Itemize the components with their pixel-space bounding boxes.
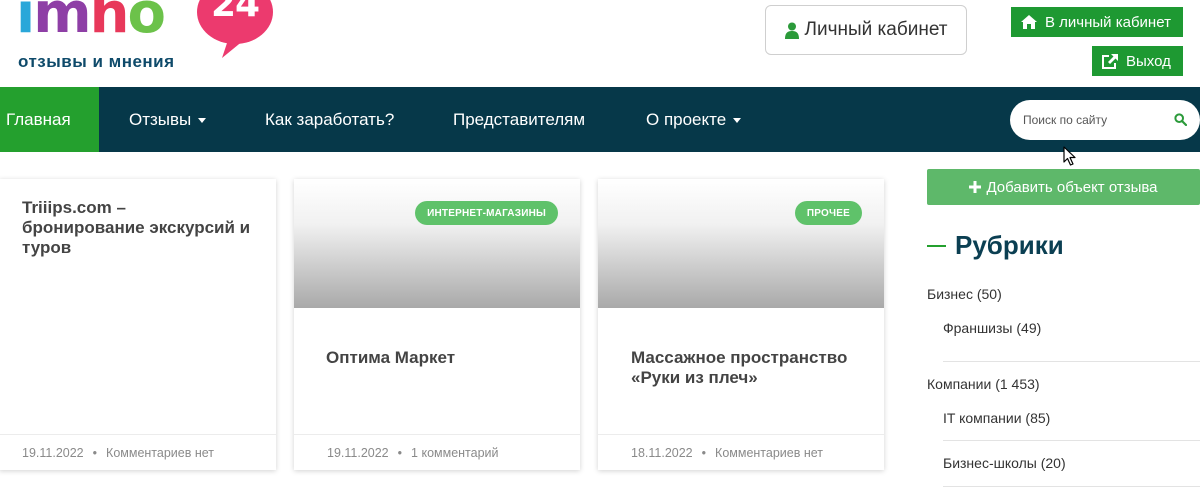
to-cabinet-button[interactable]: В личный кабинет: [1011, 7, 1183, 37]
category-link-companies[interactable]: Компании (1 453): [927, 376, 1040, 392]
category-name: IT компании: [943, 410, 1022, 426]
nav-item-home[interactable]: Главная: [0, 87, 99, 152]
category-name: Бизнес-школы: [943, 455, 1037, 471]
add-review-object-button[interactable]: Добавить объект отзыва: [927, 169, 1200, 205]
review-card[interactable]: Triiips.com – бронирование экскурсий и т…: [0, 179, 276, 470]
category-link-business-schools[interactable]: Бизнес-школы (20): [943, 455, 1066, 471]
external-link-icon: [1102, 53, 1118, 69]
meta-separator: •: [92, 445, 98, 460]
search-input[interactable]: [1023, 113, 1173, 127]
card-title[interactable]: Массажное пространство «Руки из плеч»: [631, 348, 856, 388]
nav-item-reviews[interactable]: Отзывы: [129, 87, 207, 152]
personal-cabinet-label: Личный кабинет: [804, 19, 948, 40]
divider: [943, 361, 1200, 362]
nav-item-label: Главная: [6, 109, 71, 129]
heading-dash: [927, 244, 946, 247]
mouse-cursor-icon: [1063, 146, 1076, 166]
category-link-business[interactable]: Бизнес (50): [927, 286, 1002, 302]
category-count: (49): [1016, 320, 1042, 336]
card-meta: 18.11.2022 • Комментариев нет: [598, 434, 884, 470]
to-cabinet-label: В личный кабинет: [1045, 13, 1171, 31]
caret-down-icon: [198, 118, 207, 123]
logo-letter: o: [127, 0, 166, 46]
nav-item-about[interactable]: О проекте: [646, 87, 742, 152]
card-meta: 19.11.2022 • 1 комментарий: [294, 434, 580, 470]
add-review-object-label: Добавить объект отзыва: [986, 178, 1158, 196]
card-date: 18.11.2022: [631, 445, 693, 460]
category-count: (1 453): [995, 376, 1040, 392]
rubrics-title: Рубрики: [955, 230, 1064, 260]
user-icon: [784, 22, 799, 39]
rubrics-heading: Рубрики: [927, 230, 1064, 261]
card-date: 19.11.2022: [327, 445, 389, 460]
home-icon: [1021, 15, 1037, 29]
nav-item-representatives[interactable]: Представителям: [453, 87, 585, 152]
logo-badge: 24: [192, 0, 278, 60]
review-card[interactable]: ПРОЧЕЕ Массажное пространство «Руки из п…: [598, 179, 884, 470]
category-link-franchises[interactable]: Франшизы (49): [943, 320, 1041, 336]
logo-letter: h: [89, 0, 130, 46]
personal-cabinet-button[interactable]: Личный кабинет: [765, 5, 967, 55]
category-name: Бизнес: [927, 286, 973, 302]
category-name: Компании: [927, 376, 992, 392]
site-search: [1010, 100, 1200, 140]
card-comments[interactable]: Комментариев нет: [715, 446, 823, 460]
category-badge[interactable]: ПРОЧЕЕ: [794, 201, 862, 225]
logout-button[interactable]: Выход: [1092, 46, 1183, 76]
logo-letter: i: [16, 0, 35, 46]
category-count: (85): [1025, 410, 1051, 426]
review-card[interactable]: ИНТЕРНЕТ-МАГАЗИНЫ Оптима Маркет 19.11.20…: [294, 179, 580, 470]
category-badge[interactable]: ИНТЕРНЕТ-МАГАЗИНЫ: [415, 201, 558, 225]
divider: [943, 486, 1200, 487]
caret-down-icon: [733, 118, 742, 123]
logo-tagline: отзывы и мнения: [18, 52, 175, 71]
search-icon[interactable]: [1174, 113, 1187, 126]
category-link-it-companies[interactable]: IT компании (85): [943, 410, 1050, 426]
nav-item-label: Как заработать?: [265, 109, 395, 129]
meta-separator: •: [701, 445, 707, 460]
category-name: Франшизы: [943, 320, 1013, 336]
card-comments[interactable]: Комментариев нет: [106, 446, 214, 460]
nav-item-label: Представителям: [453, 109, 586, 129]
logo-badge-number: 24: [210, 0, 260, 25]
nav-item-label: О проекте: [646, 109, 727, 129]
card-title[interactable]: Triiips.com – бронирование экскурсий и т…: [22, 198, 252, 258]
card-comments[interactable]: 1 комментарий: [411, 446, 498, 460]
logo-wordmark: imho: [16, 0, 166, 46]
divider: [943, 440, 1200, 441]
nav-item-how-to-earn[interactable]: Как заработать?: [265, 87, 394, 152]
logo-letter: m: [33, 0, 91, 46]
card-meta: 19.11.2022 • Комментариев нет: [0, 434, 276, 470]
card-date: 19.11.2022: [22, 445, 84, 460]
logout-label: Выход: [1126, 52, 1171, 70]
category-count: (20): [1040, 455, 1066, 471]
site-logo[interactable]: imho 24 отзывы и мнения: [10, 0, 273, 85]
meta-separator: •: [397, 445, 403, 460]
card-title[interactable]: Оптима Маркет: [326, 348, 556, 368]
card-thumbnail[interactable]: [294, 179, 580, 308]
card-thumbnail[interactable]: [598, 179, 884, 308]
category-count: (50): [976, 286, 1002, 302]
nav-item-label: Отзывы: [129, 109, 192, 129]
plus-icon: [969, 181, 982, 193]
